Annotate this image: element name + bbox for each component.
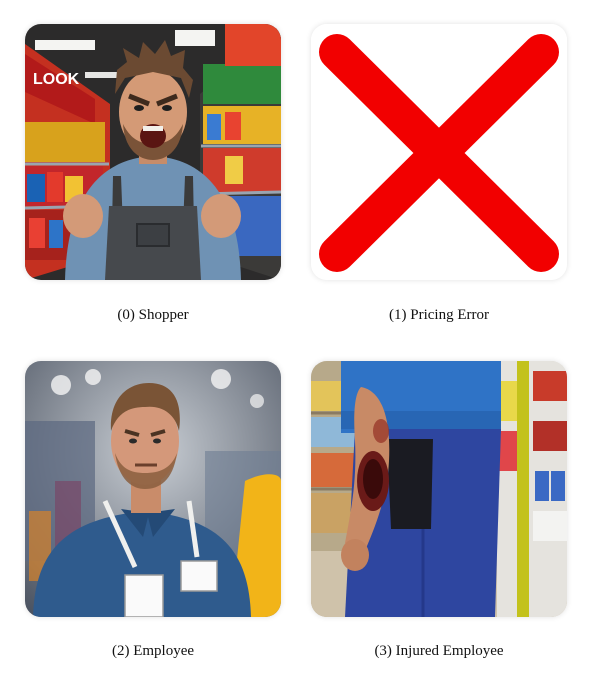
panel-0-caption: (0) Shopper	[117, 307, 189, 323]
panel-2-caption: (2) Employee	[111, 643, 195, 659]
angry-shopper-image: LOOK	[25, 24, 281, 280]
panel-2-card	[25, 361, 281, 617]
red-x-icon	[311, 24, 567, 280]
panel-1-caption: (1) Pricing Error	[389, 307, 489, 323]
employee-image	[25, 361, 281, 617]
panel-3-card	[311, 361, 567, 617]
injured-employee-image	[311, 361, 567, 617]
panel-3-caption: (3) Injured Employee	[374, 643, 504, 659]
store-sign-text: LOOK	[33, 71, 80, 88]
panel-0-card: LOOK	[25, 24, 281, 280]
panel-1-card	[311, 24, 567, 280]
